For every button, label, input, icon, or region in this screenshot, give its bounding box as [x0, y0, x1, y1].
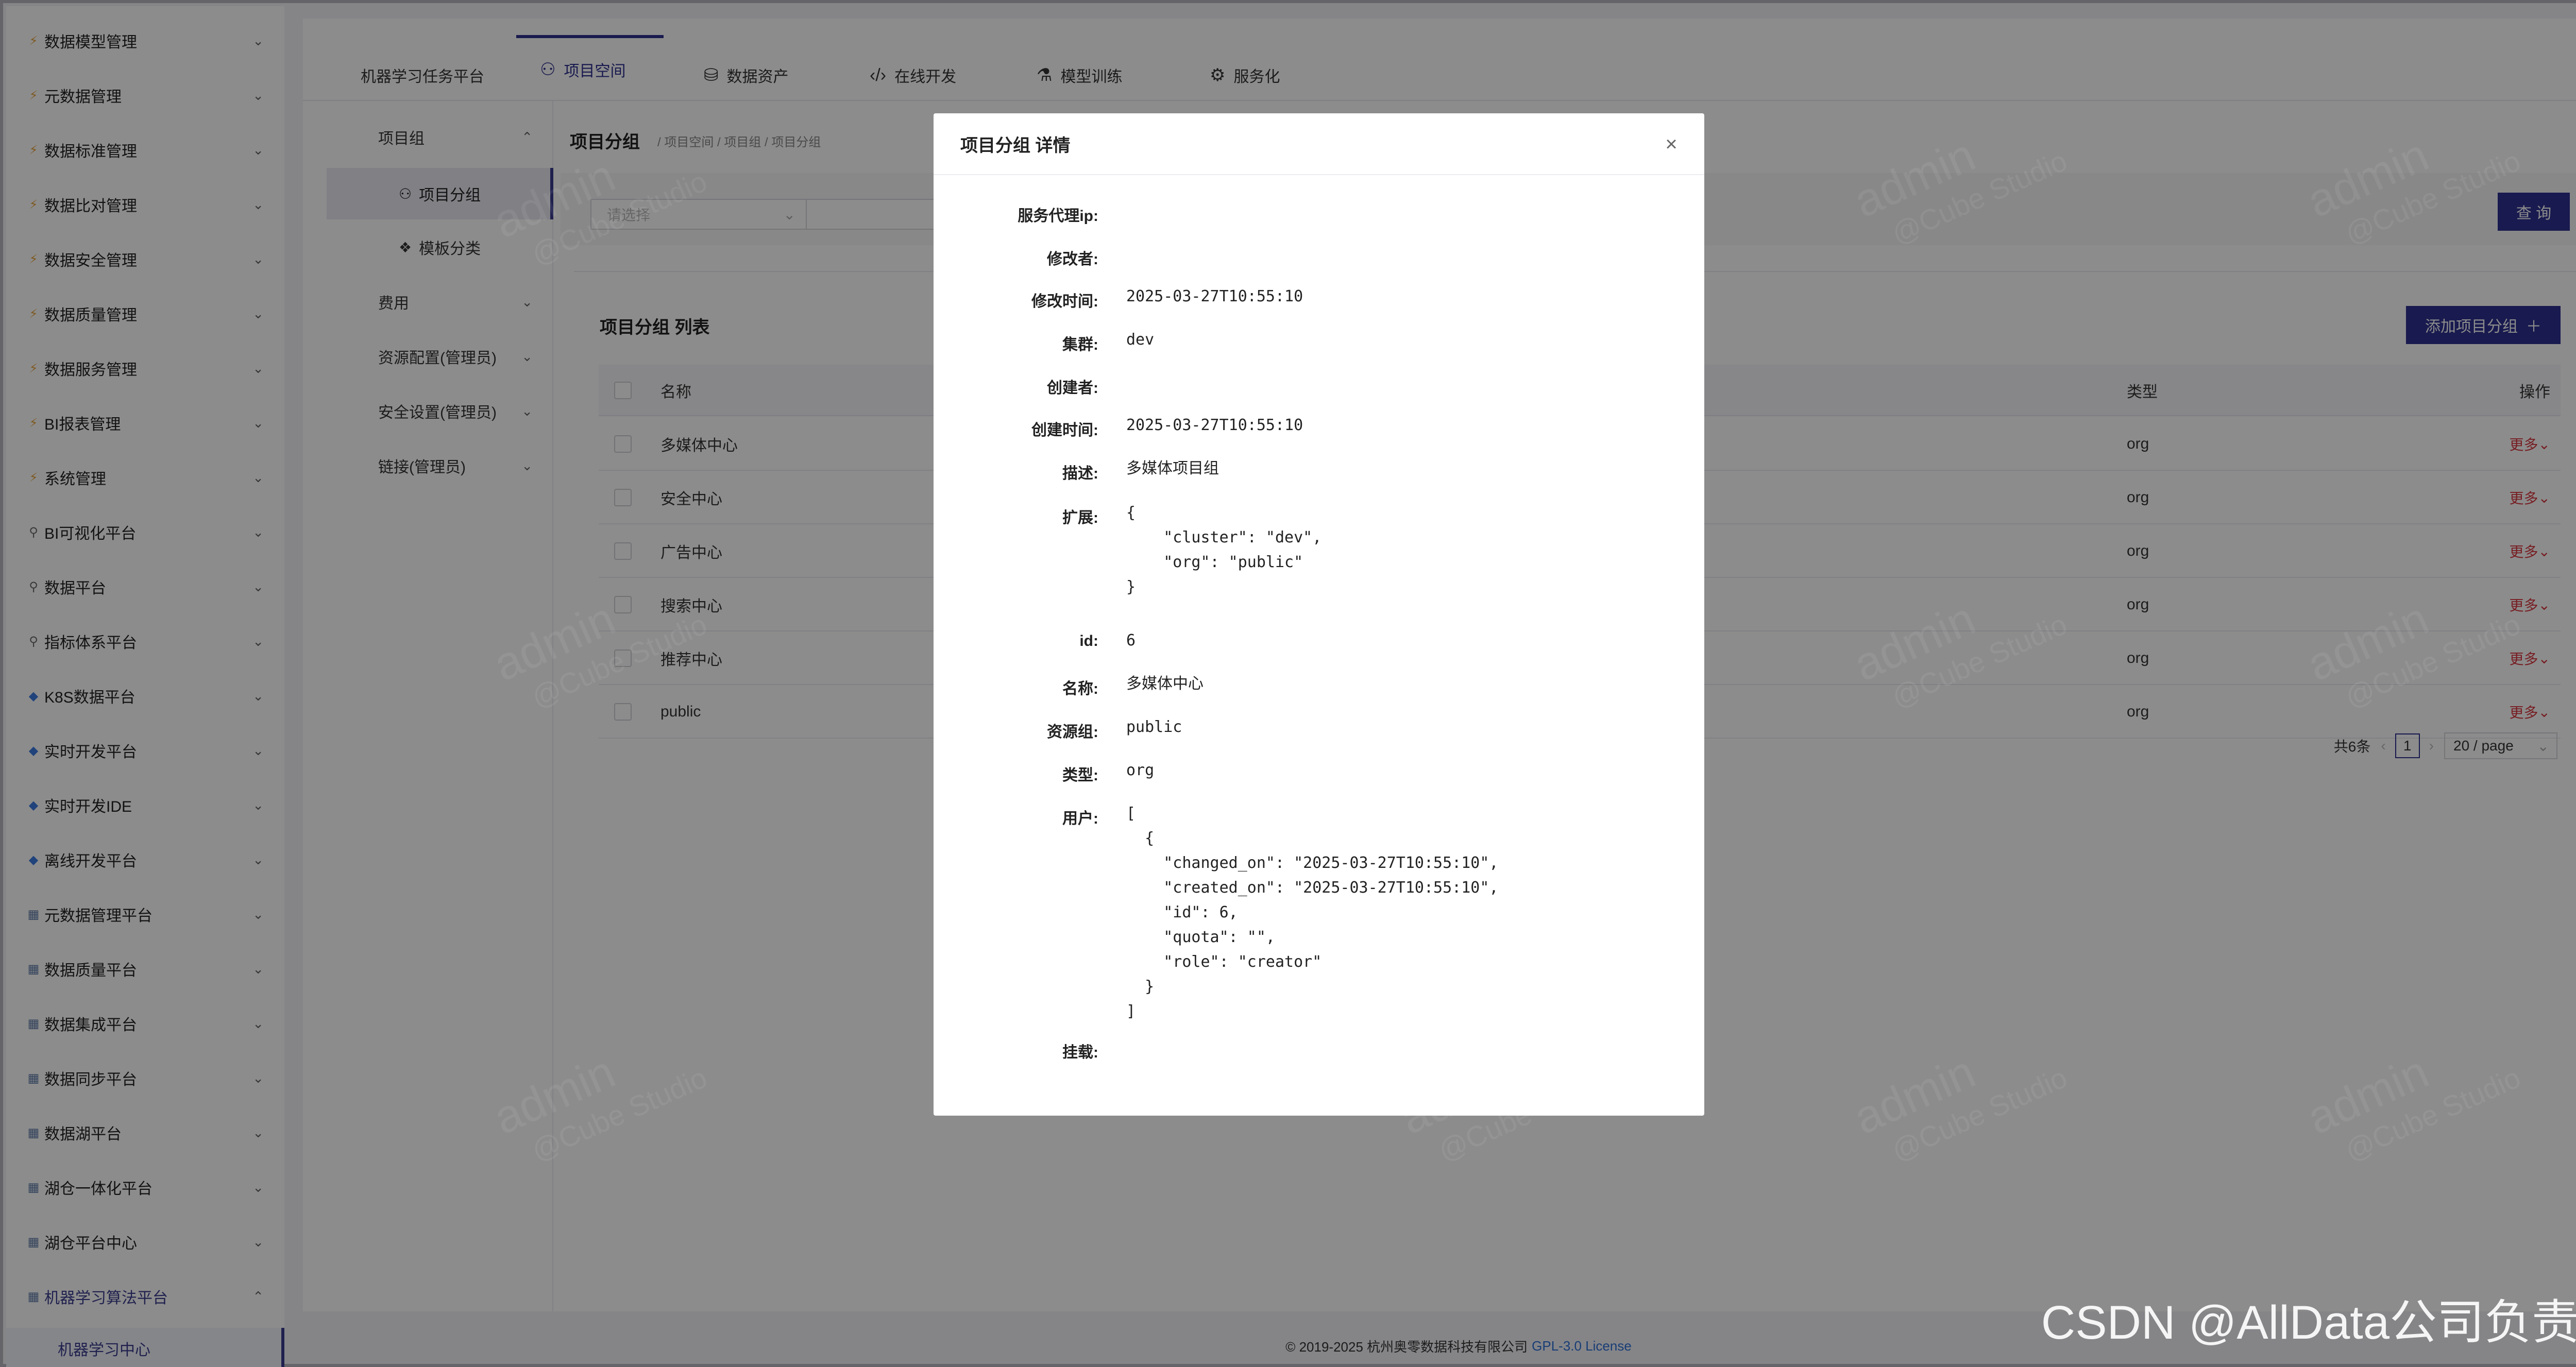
watermark: admin@Cube Studio	[2299, 129, 2526, 250]
watermark: admin@Cube Studio	[1846, 129, 2072, 250]
watermark: admin@Cube Studio	[486, 1046, 712, 1167]
watermark: admin@Cube Studio	[1846, 592, 2072, 714]
modal-title: 项目分组 详情	[934, 113, 1704, 175]
close-icon[interactable]: ×	[1659, 132, 1684, 157]
watermark: admin@Cube Studio	[1846, 1046, 2072, 1167]
watermark: admin@Cube Studio	[2299, 592, 2526, 714]
watermark: admin@Cube Studio	[486, 149, 712, 271]
watermark: admin@Cube Studio	[486, 592, 712, 714]
detail-modal: 项目分组 详情 × 服务代理ip: 修改者: 修改时间: 2025-03-27T1…	[934, 113, 1704, 1116]
watermark: admin@Cube Studio	[2299, 1046, 2526, 1167]
csdn-watermark: CSDN @AllData公司负责人	[2041, 1296, 2576, 1349]
